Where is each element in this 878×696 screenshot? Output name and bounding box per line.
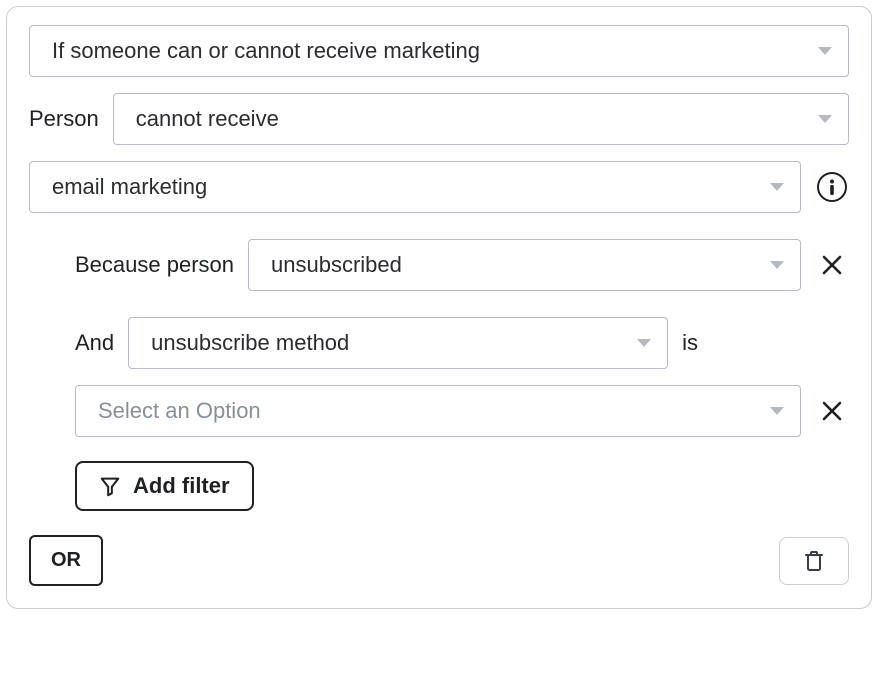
because-label: Because person <box>75 252 234 278</box>
option-select[interactable]: Select an Option <box>75 385 801 437</box>
because-select[interactable]: unsubscribed <box>248 239 801 291</box>
chevron-down-icon <box>818 115 832 123</box>
option-select-placeholder: Select an Option <box>98 398 261 424</box>
delete-button[interactable] <box>779 537 849 585</box>
channel-row: email marketing <box>29 161 849 213</box>
channel-select[interactable]: email marketing <box>29 161 801 213</box>
chevron-down-icon <box>818 47 832 55</box>
and-row: And unsubscribe method is <box>75 317 849 369</box>
condition-type-row: If someone can or cannot receive marketi… <box>29 25 849 77</box>
receive-select[interactable]: cannot receive <box>113 93 849 145</box>
add-filter-row: Add filter <box>75 461 849 511</box>
option-row: Select an Option <box>75 385 849 437</box>
or-button[interactable]: OR <box>29 535 103 586</box>
remove-because-button[interactable] <box>815 248 849 282</box>
info-button[interactable] <box>815 170 849 204</box>
receive-select-value: cannot receive <box>136 106 279 132</box>
person-row: Person cannot receive <box>29 93 849 145</box>
condition-type-value: If someone can or cannot receive marketi… <box>52 38 480 64</box>
trash-icon <box>804 550 824 572</box>
attribute-select-value: unsubscribe method <box>151 330 349 356</box>
filter-icon <box>99 475 121 497</box>
channel-select-value: email marketing <box>52 174 207 200</box>
because-row: Because person unsubscribed <box>75 239 849 291</box>
condition-type-select[interactable]: If someone can or cannot receive marketi… <box>29 25 849 77</box>
because-select-value: unsubscribed <box>271 252 402 278</box>
is-label: is <box>682 330 698 356</box>
close-icon <box>820 399 844 423</box>
and-label: And <box>75 330 114 356</box>
panel-footer: OR <box>29 535 849 586</box>
info-icon <box>817 172 847 202</box>
filter-panel: If someone can or cannot receive marketi… <box>6 6 872 609</box>
chevron-down-icon <box>770 407 784 415</box>
chevron-down-icon <box>770 183 784 191</box>
close-icon <box>820 253 844 277</box>
or-label: OR <box>51 549 81 571</box>
add-filter-label: Add filter <box>133 473 230 499</box>
chevron-down-icon <box>770 261 784 269</box>
add-filter-button[interactable]: Add filter <box>75 461 254 511</box>
attribute-select[interactable]: unsubscribe method <box>128 317 668 369</box>
person-label: Person <box>29 106 99 132</box>
remove-option-button[interactable] <box>815 394 849 428</box>
chevron-down-icon <box>637 339 651 347</box>
